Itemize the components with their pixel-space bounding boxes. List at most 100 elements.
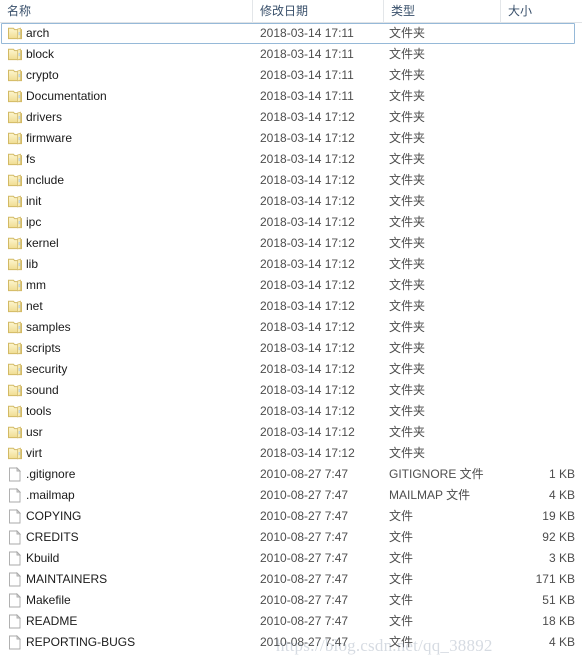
file-name-cell: include xyxy=(26,173,65,187)
file-size-cell: 4 KB xyxy=(548,488,575,502)
file-name-cell: virt xyxy=(26,446,42,460)
file-name-cell: net xyxy=(26,299,43,313)
file-name-cell: Documentation xyxy=(26,89,107,103)
file-list-row[interactable]: Documentation 2018-03-14 17:11 文件夹 xyxy=(0,86,582,107)
file-list-row[interactable]: .mailmap 2010-08-27 7:47 MAILMAP 文件 4 KB xyxy=(0,485,582,506)
date-modified-cell: 2018-03-14 17:12 xyxy=(260,194,355,208)
file-name-cell: samples xyxy=(26,320,71,334)
file-list-row[interactable]: scripts 2018-03-14 17:12 文件夹 xyxy=(0,338,582,359)
file-type-cell: 文件夹 xyxy=(389,320,426,334)
file-type-cell: GITIGNORE 文件 xyxy=(389,467,484,481)
file-list-row[interactable]: security 2018-03-14 17:12 文件夹 xyxy=(0,359,582,380)
file-list-row[interactable]: README 2010-08-27 7:47 文件 18 KB xyxy=(0,611,582,632)
file-type-cell: 文件夹 xyxy=(389,362,426,376)
file-type-cell: 文件 xyxy=(389,572,414,586)
file-list-row[interactable]: COPYING 2010-08-27 7:47 文件 19 KB xyxy=(0,506,582,527)
file-name-cell: init xyxy=(26,194,42,208)
column-header-size[interactable]: 大小 xyxy=(500,0,582,23)
file-list-row[interactable]: include 2018-03-14 17:12 文件夹 xyxy=(0,170,582,191)
file-name-cell: Makefile xyxy=(26,593,71,607)
date-modified-cell: 2010-08-27 7:47 xyxy=(260,614,349,628)
date-modified-cell: 2018-03-14 17:12 xyxy=(260,131,355,145)
file-size-cell xyxy=(500,44,575,65)
date-modified-cell: 2010-08-27 7:47 xyxy=(260,467,349,481)
date-modified-cell: 2018-03-14 17:11 xyxy=(260,47,354,61)
file-list-row[interactable]: fs 2018-03-14 17:12 文件夹 xyxy=(0,149,582,170)
file-name-cell: kernel xyxy=(26,236,59,250)
file-list-row[interactable]: MAINTAINERS 2010-08-27 7:47 文件 171 KB xyxy=(0,569,582,590)
file-type-cell: 文件 xyxy=(389,530,414,544)
date-modified-cell: 2018-03-14 17:12 xyxy=(260,152,355,166)
date-modified-cell: 2018-03-14 17:12 xyxy=(260,341,355,355)
file-list-row[interactable]: block 2018-03-14 17:11 文件夹 xyxy=(0,44,582,65)
date-modified-cell: 2018-03-14 17:12 xyxy=(260,215,355,229)
file-size-cell xyxy=(500,107,575,128)
file-size-cell xyxy=(500,422,575,443)
file-list-row[interactable]: firmware 2018-03-14 17:12 文件夹 xyxy=(0,128,582,149)
file-name-cell: README xyxy=(26,614,78,628)
file-name-cell: lib xyxy=(26,257,39,271)
file-list-row[interactable]: .gitignore 2010-08-27 7:47 GITIGNORE 文件 1 K… xyxy=(0,464,582,485)
file-size-cell xyxy=(500,359,575,380)
file-list-row[interactable]: Kbuild 2010-08-27 7:47 文件 3 KB xyxy=(0,548,582,569)
file-name-cell: security xyxy=(26,362,68,376)
file-list-row[interactable]: crypto 2018-03-14 17:11 文件夹 xyxy=(0,65,582,86)
file-size-cell xyxy=(500,317,575,338)
column-header-row: 名称 修改日期 类型 大小 xyxy=(0,0,582,23)
file-size-cell xyxy=(500,380,575,401)
file-type-cell: 文件夹 xyxy=(389,68,426,82)
date-modified-cell: 2018-03-14 17:12 xyxy=(260,320,355,334)
file-type-cell: 文件 xyxy=(389,551,414,565)
file-name-cell: fs xyxy=(26,152,36,166)
column-header-name[interactable]: 名称 xyxy=(0,0,252,23)
date-modified-cell: 2010-08-27 7:47 xyxy=(260,509,349,523)
date-modified-cell: 2018-03-14 17:12 xyxy=(260,110,355,124)
file-type-cell: 文件夹 xyxy=(389,446,426,460)
file-name-cell: block xyxy=(26,47,55,61)
file-type-cell: 文件 xyxy=(389,635,414,649)
file-list-row[interactable]: CREDITS 2010-08-27 7:47 文件 92 KB xyxy=(0,527,582,548)
file-size-cell xyxy=(500,401,575,422)
date-modified-cell: 2018-03-14 17:11 xyxy=(260,26,354,40)
file-list-row[interactable]: kernel 2018-03-14 17:12 文件夹 xyxy=(0,233,582,254)
file-list-row[interactable]: Makefile 2010-08-27 7:47 文件 51 KB xyxy=(0,590,582,611)
file-size-cell xyxy=(500,338,575,359)
file-size-cell xyxy=(500,254,575,275)
file-size-cell xyxy=(500,212,575,233)
file-list-row[interactable]: virt 2018-03-14 17:12 文件夹 xyxy=(0,443,582,464)
file-list-row[interactable]: net 2018-03-14 17:12 文件夹 xyxy=(0,296,582,317)
file-name-cell: firmware xyxy=(26,131,73,145)
file-size-cell: 19 KB xyxy=(542,509,575,523)
file-list-view: 名称 修改日期 类型 大小 arch 2018-03-14 17:11 文件夹 blo… xyxy=(0,0,582,669)
file-type-cell: 文件夹 xyxy=(389,47,426,61)
file-type-cell: 文件 xyxy=(389,614,414,628)
file-list-row[interactable]: sound 2018-03-14 17:12 文件夹 xyxy=(0,380,582,401)
file-name-cell: mm xyxy=(26,278,46,292)
file-list-row[interactable]: ipc 2018-03-14 17:12 文件夹 xyxy=(0,212,582,233)
file-name-cell: CREDITS xyxy=(26,530,79,544)
file-list-row[interactable]: lib 2018-03-14 17:12 文件夹 xyxy=(0,254,582,275)
file-type-cell: 文件夹 xyxy=(389,236,426,250)
file-list-row[interactable]: drivers 2018-03-14 17:12 文件夹 xyxy=(0,107,582,128)
file-size-cell xyxy=(500,128,575,149)
file-list-row[interactable]: REPORTING-BUGS 2010-08-27 7:47 文件 4 KB xyxy=(0,632,582,653)
file-type-cell: 文件 xyxy=(389,593,414,607)
file-name-cell: arch xyxy=(26,26,50,40)
date-modified-cell: 2018-03-14 17:12 xyxy=(260,404,355,418)
file-list-row[interactable]: init 2018-03-14 17:12 文件夹 xyxy=(0,191,582,212)
file-list-row[interactable]: tools 2018-03-14 17:12 文件夹 xyxy=(0,401,582,422)
file-name-cell: tools xyxy=(26,404,52,418)
file-list-row[interactable]: mm 2018-03-14 17:12 文件夹 xyxy=(0,275,582,296)
column-header-type[interactable]: 类型 xyxy=(383,0,500,23)
file-list-row[interactable]: samples 2018-03-14 17:12 文件夹 xyxy=(0,317,582,338)
column-header-date-modified[interactable]: 修改日期 xyxy=(252,0,383,23)
file-type-cell: 文件夹 xyxy=(389,152,426,166)
file-name-cell: drivers xyxy=(26,110,63,124)
file-type-cell: 文件夹 xyxy=(389,89,426,103)
date-modified-cell: 2018-03-14 17:12 xyxy=(260,362,355,376)
file-size-cell xyxy=(500,149,575,170)
file-size-cell xyxy=(500,443,575,464)
file-list-row[interactable]: arch 2018-03-14 17:11 文件夹 xyxy=(0,23,582,44)
date-modified-cell: 2018-03-14 17:12 xyxy=(260,446,355,460)
file-list-row[interactable]: usr 2018-03-14 17:12 文件夹 xyxy=(0,422,582,443)
